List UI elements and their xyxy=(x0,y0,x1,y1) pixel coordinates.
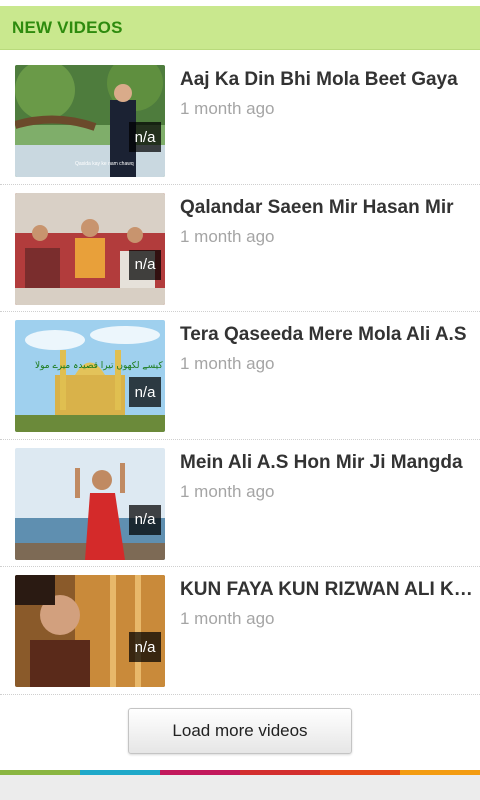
footer xyxy=(0,775,480,800)
thumbnail-image xyxy=(15,575,165,687)
section-title: NEW VIDEOS xyxy=(12,17,123,37)
video-info: Qalandar Saeen Mir Hasan Mir 1 month ago xyxy=(180,193,475,247)
thumbnail-image: میں کیسے لکھوں تیرا قصیدہ میرے مولا xyxy=(15,320,165,432)
video-info: Mein Ali A.S Hon Mir Ji Mangda 1 month a… xyxy=(180,448,475,502)
thumbnail-image xyxy=(15,192,165,305)
video-item[interactable]: Qasida kay ke nam chawq n/a Aaj Ka Din B… xyxy=(0,57,480,185)
video-item[interactable]: n/a KUN FAYA KUN RIZWAN ALI KHAN 1 month… xyxy=(0,567,480,695)
video-title[interactable]: Tera Qaseeda Mere Mola Ali A.S xyxy=(180,324,475,346)
video-item[interactable]: n/a Mein Ali A.S Hon Mir Ji Mangda 1 mon… xyxy=(0,440,480,567)
load-more-container: Load more videos xyxy=(0,708,480,754)
section-header: NEW VIDEOS xyxy=(0,6,480,50)
video-title[interactable]: Aaj Ka Din Bhi Mola Beet Gaya xyxy=(180,69,475,91)
video-info: Aaj Ka Din Bhi Mola Beet Gaya 1 month ag… xyxy=(180,65,475,119)
thumbnail-caption: Qasida kay ke nam chawq xyxy=(75,161,134,167)
video-thumbnail[interactable]: n/a xyxy=(15,575,165,687)
video-timestamp: 1 month ago xyxy=(180,354,275,373)
duration-badge: n/a xyxy=(129,122,161,152)
video-thumbnail[interactable]: n/a xyxy=(15,447,165,560)
video-timestamp: 1 month ago xyxy=(180,609,275,628)
video-timestamp: 1 month ago xyxy=(180,99,275,118)
video-info: KUN FAYA KUN RIZWAN ALI KHAN 1 month ago xyxy=(180,575,475,629)
video-title[interactable]: Qalandar Saeen Mir Hasan Mir xyxy=(180,197,475,219)
video-thumbnail[interactable]: Qasida kay ke nam chawq n/a xyxy=(15,65,165,177)
video-list: Qasida kay ke nam chawq n/a Aaj Ka Din B… xyxy=(0,57,480,695)
video-title[interactable]: KUN FAYA KUN RIZWAN ALI KHAN xyxy=(180,579,475,601)
thumbnail-image xyxy=(15,447,165,560)
video-item[interactable]: میں کیسے لکھوں تیرا قصیدہ میرے مولا n/a … xyxy=(0,312,480,440)
duration-badge: n/a xyxy=(129,377,161,407)
thumbnail-image: Qasida kay ke nam chawq xyxy=(15,65,165,177)
load-more-button[interactable]: Load more videos xyxy=(128,708,352,754)
video-item[interactable]: n/a Qalandar Saeen Mir Hasan Mir 1 month… xyxy=(0,185,480,312)
thumbnail-caption: میں کیسے لکھوں تیرا قصیدہ میرے مولا xyxy=(35,361,165,371)
app-screen: NEW VIDEOS Qasida kay ke nam chawq n/a A… xyxy=(0,0,480,800)
video-thumbnail[interactable]: میں کیسے لکھوں تیرا قصیدہ میرے مولا n/a xyxy=(15,320,165,432)
video-timestamp: 1 month ago xyxy=(180,226,275,246)
video-info: Tera Qaseeda Mere Mola Ali A.S 1 month a… xyxy=(180,320,475,374)
duration-badge: n/a xyxy=(129,632,161,662)
video-thumbnail[interactable]: n/a xyxy=(15,192,165,305)
duration-badge: n/a xyxy=(129,504,161,535)
duration-badge: n/a xyxy=(129,249,161,280)
video-timestamp: 1 month ago xyxy=(180,481,275,501)
video-title[interactable]: Mein Ali A.S Hon Mir Ji Mangda xyxy=(180,452,475,474)
